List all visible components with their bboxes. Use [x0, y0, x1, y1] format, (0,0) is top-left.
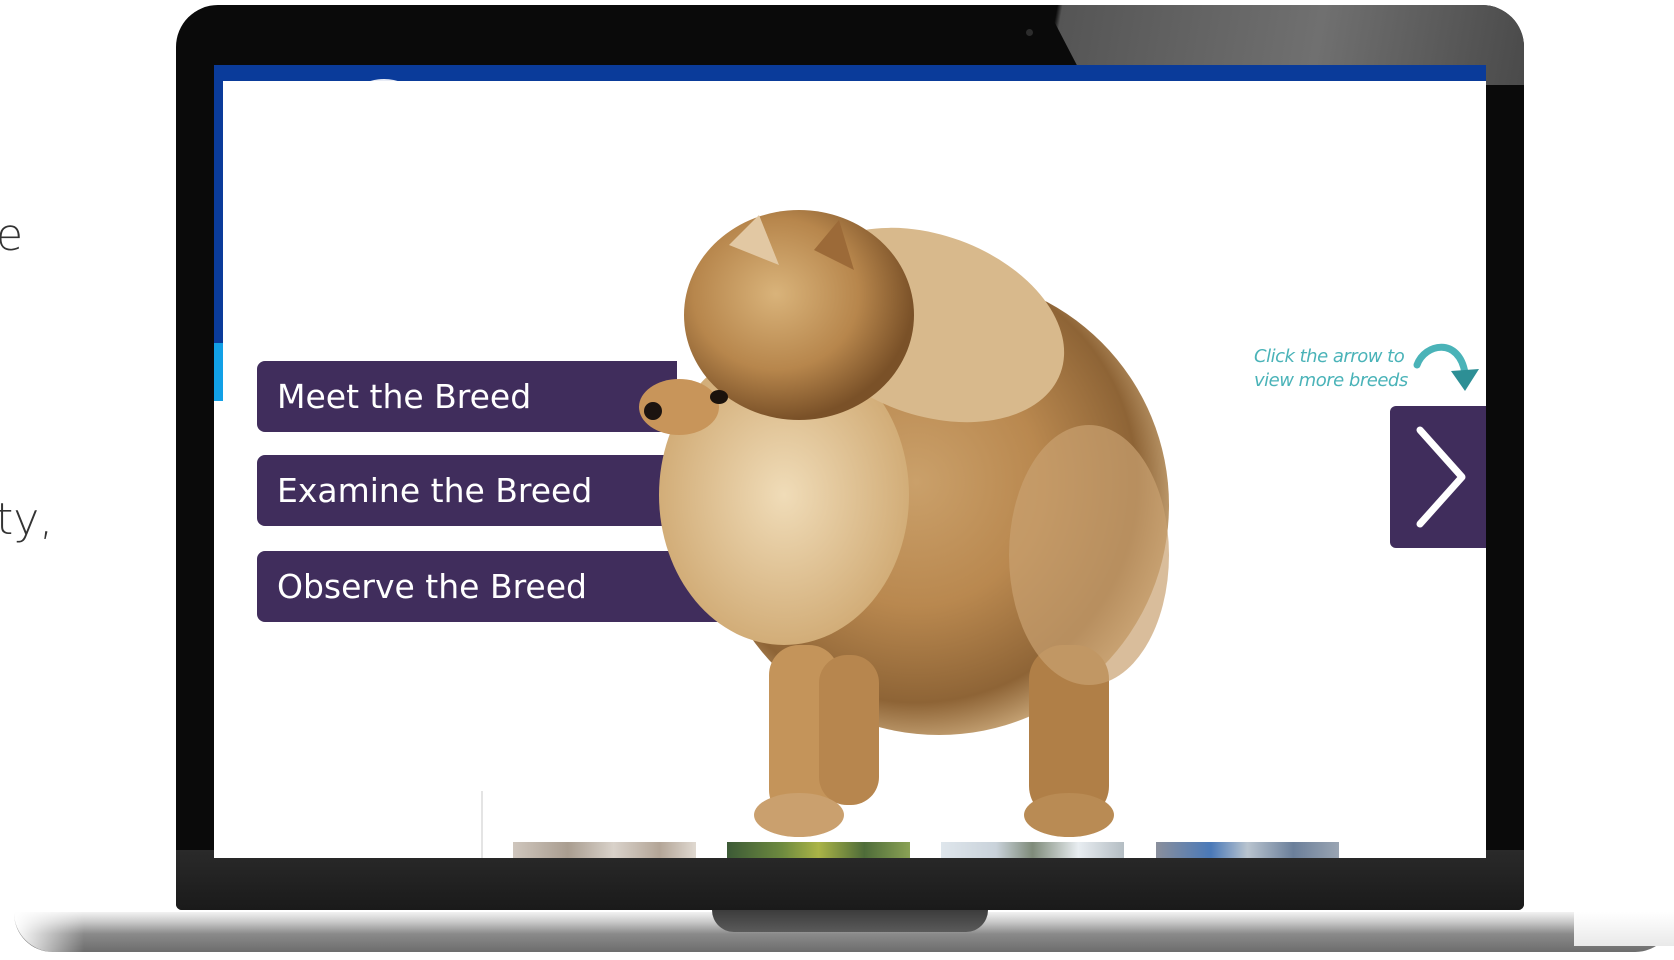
thumbnail-divider	[481, 791, 483, 858]
side-text-fragment-2: ty,	[0, 494, 54, 545]
laptop-base-highlight	[14, 912, 84, 952]
left-accent-bar	[214, 65, 223, 343]
breed-thumbnail-4[interactable]	[1156, 842, 1339, 858]
view-more-hint: Click the arrow to view more breeds	[1254, 345, 1414, 393]
laptop-chin	[176, 850, 1524, 910]
breed-thumbnail-2[interactable]	[727, 842, 910, 858]
hint-line-1: Click the arrow to	[1254, 346, 1405, 367]
header-bar	[214, 65, 1486, 81]
hint-line-2: view more breeds	[1254, 370, 1408, 391]
breed-thumbnail-1[interactable]	[513, 842, 696, 858]
breed-thumbnail-3[interactable]	[941, 842, 1124, 858]
left-accent-highlight	[214, 343, 223, 401]
webcam	[1026, 29, 1033, 36]
laptop-base-edge	[1574, 912, 1674, 946]
next-breed-button[interactable]	[1390, 406, 1486, 548]
laptop-hinge-notch	[712, 910, 988, 932]
curved-arrow-icon	[1413, 343, 1479, 391]
side-text-fragment-1: e	[0, 210, 24, 261]
pomeranian-dog-photo	[639, 210, 1169, 837]
app-screen: Meet the Breed Examine the Breed Observe…	[214, 65, 1486, 858]
logo-circle	[334, 79, 434, 182]
chevron-right-icon	[1416, 426, 1466, 528]
